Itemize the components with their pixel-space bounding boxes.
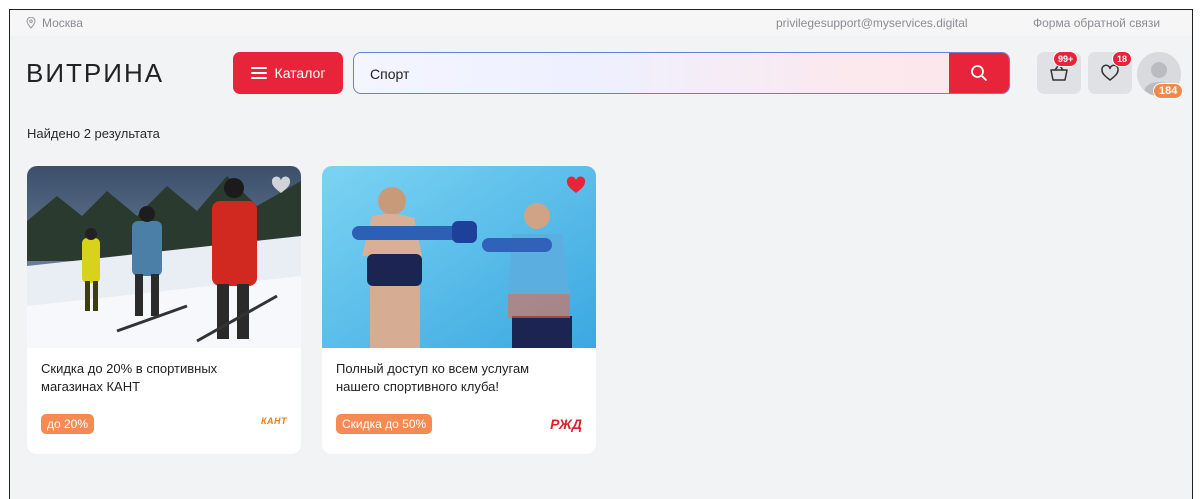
favorite-heart-icon[interactable] xyxy=(566,176,586,194)
catalog-button[interactable]: Каталог xyxy=(233,52,343,94)
promo-badge: Скидка до 50% xyxy=(336,414,433,434)
partner-logo: РЖД xyxy=(550,416,582,432)
favorites-badge: 18 xyxy=(1112,51,1133,67)
location-selector[interactable]: Москва xyxy=(26,16,83,30)
cart-button[interactable]: 99+ xyxy=(1037,51,1081,94)
cart-badge: 99+ xyxy=(1053,51,1079,67)
search-bar xyxy=(353,52,1010,94)
location-pin-icon xyxy=(26,17,36,29)
promo-badge: до 20% xyxy=(41,414,95,434)
search-icon xyxy=(971,65,987,81)
offer-card[interactable]: Полный доступ ко всем услугам нашего спо… xyxy=(322,166,596,454)
avatar[interactable]: 184 xyxy=(1137,52,1184,99)
favorite-heart-icon[interactable] xyxy=(271,176,291,194)
support-email-link[interactable]: privilegesupport@myservices.digital xyxy=(776,16,968,30)
search-input[interactable] xyxy=(368,53,932,93)
header: ВИТРИНА Каталог 99+ xyxy=(10,36,1192,110)
offer-image xyxy=(27,166,301,348)
results-count: Найдено 2 результата xyxy=(27,126,160,141)
search-button[interactable] xyxy=(949,53,1009,93)
offer-card[interactable]: Скидка до 20% в спортивных магазинах КАН… xyxy=(27,166,301,454)
feedback-form-link[interactable]: Форма обратной связи xyxy=(1033,16,1160,30)
top-bar: Москва privilegesupport@myservices.digit… xyxy=(10,10,1192,36)
favorites-button[interactable]: 18 xyxy=(1088,51,1133,94)
offer-title: Скидка до 20% в спортивных магазинах КАН… xyxy=(41,361,218,394)
offer-title: Полный доступ ко всем услугам нашего спо… xyxy=(336,361,530,394)
catalog-button-label: Каталог xyxy=(274,65,326,81)
menu-icon xyxy=(250,67,267,79)
points-badge: 184 xyxy=(1153,83,1184,99)
partner-logo: КАНТ xyxy=(260,416,287,426)
logo[interactable]: ВИТРИНА xyxy=(26,58,164,89)
app-frame: Москва privilegesupport@myservices.digit… xyxy=(9,9,1193,499)
offer-image xyxy=(322,166,596,348)
location-label: Москва xyxy=(42,16,83,30)
